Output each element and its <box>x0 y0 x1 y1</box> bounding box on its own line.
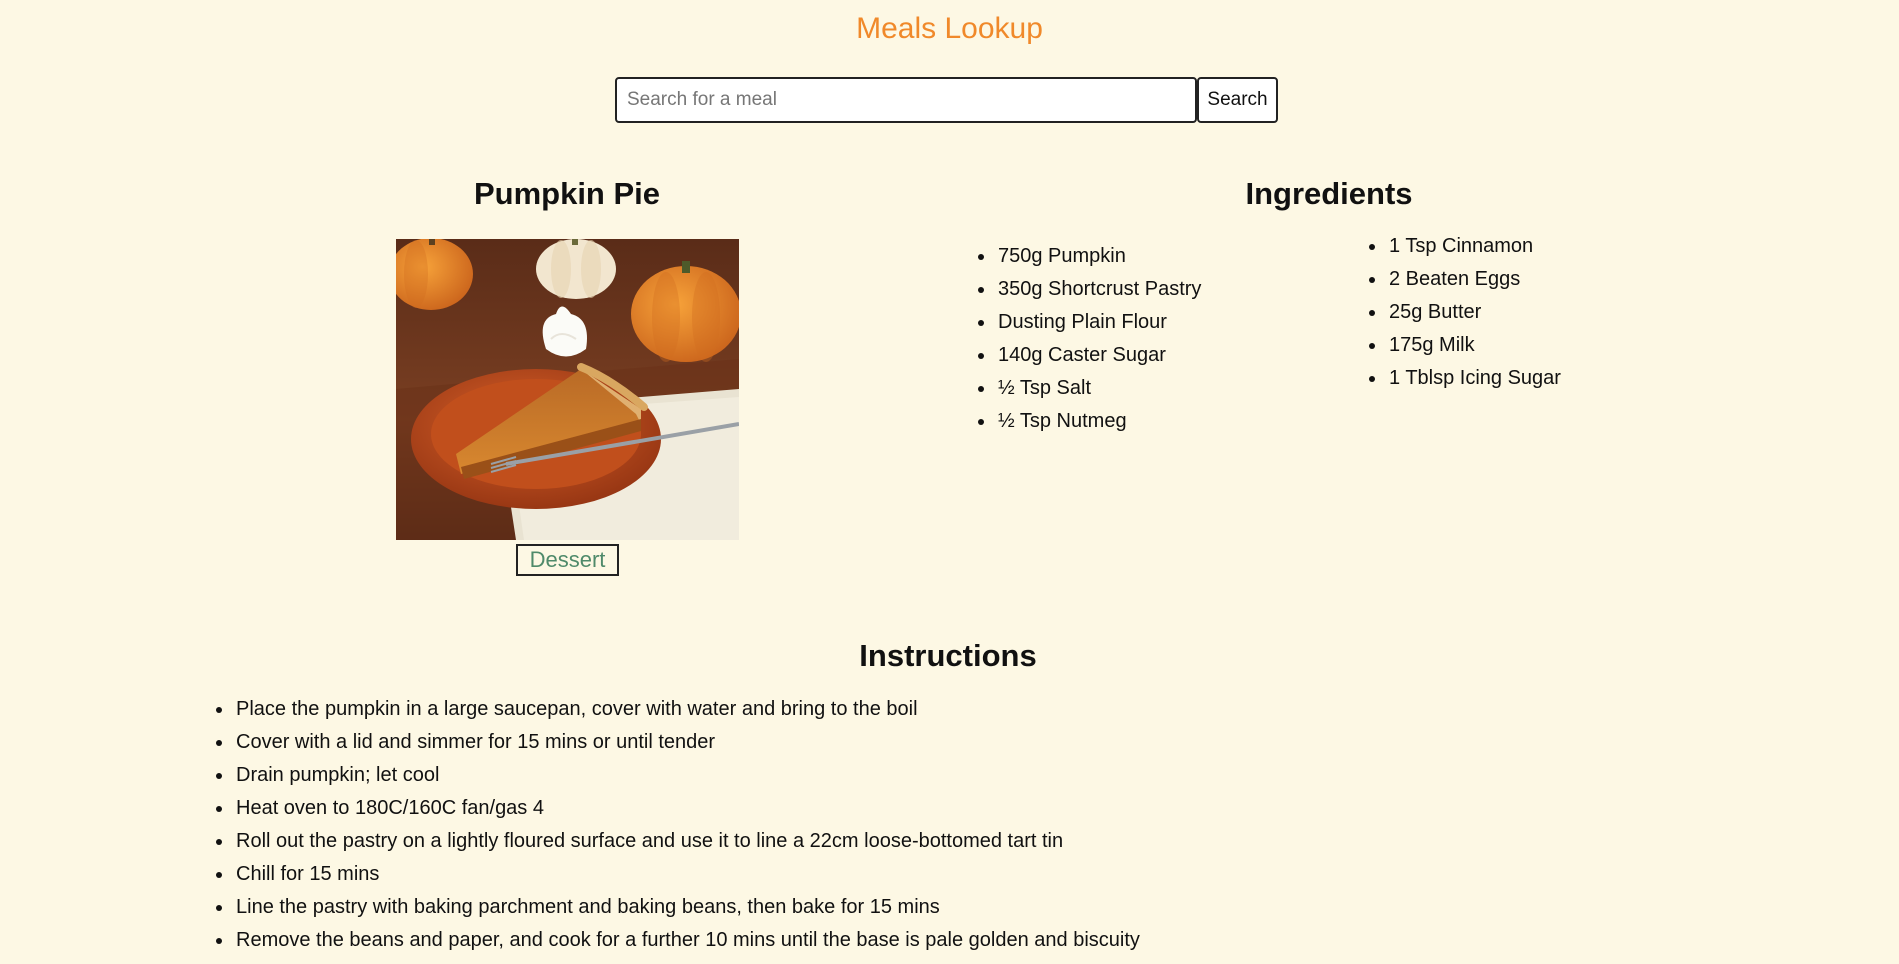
ingredient-item: 2 Beaten Eggs <box>1369 263 1561 296</box>
category-badge: Dessert <box>516 544 619 576</box>
app-title: Meals Lookup <box>856 12 1043 45</box>
instruction-step: Cover with a lid and simmer for 15 mins … <box>216 726 1140 759</box>
meal-title: Pumpkin Pie <box>473 176 661 211</box>
ingredient-item: ½ Tsp Nutmeg <box>977 405 1201 438</box>
ingredients-list-column-2: 1 Tsp Cinnamon 2 Beaten Eggs 25g Butter … <box>1369 230 1561 395</box>
instruction-step: Remove the beans and paper, and cook for… <box>216 924 1140 957</box>
ingredient-item: 350g Shortcrust Pastry <box>977 273 1201 306</box>
instruction-step: Line the pastry with baking parchment an… <box>216 891 1140 924</box>
ingredients-list-column-1: 750g Pumpkin 350g Shortcrust Pastry Dust… <box>977 240 1201 438</box>
ingredient-item: 750g Pumpkin <box>977 240 1201 273</box>
ingredient-item: ½ Tsp Salt <box>977 372 1201 405</box>
search-button[interactable]: Search <box>1197 77 1278 123</box>
instruction-step: Place the pumpkin in a large saucepan, c… <box>216 693 1140 726</box>
ingredient-item: 1 Tsp Cinnamon <box>1369 230 1561 263</box>
ingredients-heading: Ingredients <box>1245 176 1413 211</box>
instruction-step: Chill for 15 mins <box>216 858 1140 891</box>
search-input[interactable] <box>615 77 1197 123</box>
search-form: Search <box>615 77 1278 123</box>
ingredient-item: 25g Butter <box>1369 296 1561 329</box>
instruction-step: Roll out the pastry on a lightly floured… <box>216 825 1140 858</box>
instructions-list: Place the pumpkin in a large saucepan, c… <box>216 693 1140 957</box>
meal-image <box>396 239 739 540</box>
ingredient-item: 140g Caster Sugar <box>977 339 1201 372</box>
instruction-step: Drain pumpkin; let cool <box>216 759 1140 792</box>
instructions-heading: Instructions <box>859 638 1037 673</box>
ingredient-item: 175g Milk <box>1369 329 1561 362</box>
instruction-step: Heat oven to 180C/160C fan/gas 4 <box>216 792 1140 825</box>
ingredient-item: 1 Tblsp Icing Sugar <box>1369 362 1561 395</box>
ingredient-item: Dusting Plain Flour <box>977 306 1201 339</box>
